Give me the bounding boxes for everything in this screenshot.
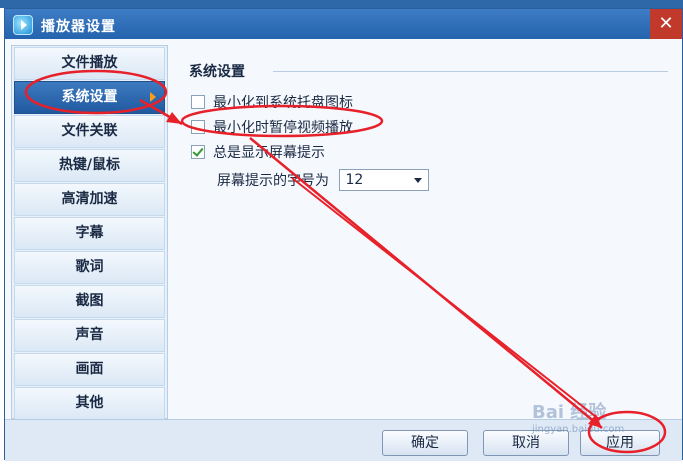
sidebar-item-system-settings[interactable]: 系统设置 bbox=[14, 81, 165, 114]
sidebar-item-hd-acceleration[interactable]: 高清加速 bbox=[14, 183, 165, 216]
option-label: 总是显示屏幕提示 bbox=[213, 145, 325, 161]
font-size-value: 12 bbox=[345, 172, 364, 188]
font-size-row: 屏幕提示的字号为 12 bbox=[217, 169, 430, 191]
background-app-titlebar bbox=[0, 0, 683, 8]
option-label: 最小化时暂停视频播放 bbox=[213, 120, 353, 136]
sidebar-item-label: 歌词 bbox=[75, 259, 104, 275]
font-size-label: 屏幕提示的字号为 bbox=[217, 173, 329, 189]
minimize-to-tray-checkbox[interactable] bbox=[191, 95, 205, 109]
settings-sidebar: 文件播放 系统设置 文件关联 热键/鼠标 高清加速 字幕 歌词 截图 声音 画面… bbox=[11, 45, 168, 420]
sidebar-item-file-association[interactable]: 文件关联 bbox=[14, 115, 165, 148]
sidebar-item-label: 文件关联 bbox=[61, 123, 118, 139]
sidebar-item-hotkey-mouse[interactable]: 热键/鼠标 bbox=[14, 149, 165, 182]
show-screen-tips-checkbox[interactable] bbox=[191, 145, 205, 159]
sidebar-item-subtitles[interactable]: 字幕 bbox=[14, 217, 165, 250]
dialog-titlebar: 播放器设置 ✕ bbox=[5, 9, 682, 39]
sidebar-item-label: 其他 bbox=[75, 395, 104, 411]
option-show-screen-tips[interactable]: 总是显示屏幕提示 bbox=[191, 143, 325, 163]
baidu-watermark: Bai 经验 jingyan.baidu.com bbox=[532, 398, 624, 435]
chevron-down-icon bbox=[414, 178, 423, 183]
dialog-title: 播放器设置 bbox=[41, 19, 116, 35]
player-logo-icon bbox=[13, 15, 33, 35]
sidebar-item-file-playback[interactable]: 文件播放 bbox=[14, 47, 165, 80]
sidebar-item-lyrics[interactable]: 歌词 bbox=[14, 251, 165, 284]
sidebar-item-label: 画面 bbox=[75, 361, 104, 377]
settings-dialog: 播放器设置 ✕ 文件播放 系统设置 文件关联 热键/鼠标 高清加速 字幕 歌词 … bbox=[4, 8, 683, 461]
sidebar-item-label: 文件播放 bbox=[61, 55, 118, 71]
sidebar-item-label: 声音 bbox=[75, 327, 104, 343]
watermark-text: Bai 经验 bbox=[532, 402, 607, 423]
close-button[interactable]: ✕ bbox=[650, 9, 682, 39]
section-title: 系统设置 bbox=[189, 64, 245, 80]
sidebar-item-label: 截图 bbox=[75, 293, 104, 309]
sidebar-item-label: 热键/鼠标 bbox=[58, 157, 121, 173]
sidebar-item-screenshot[interactable]: 截图 bbox=[14, 285, 165, 318]
sidebar-item-label: 高清加速 bbox=[61, 191, 118, 207]
sidebar-item-other[interactable]: 其他 bbox=[14, 387, 165, 420]
sidebar-item-label: 系统设置 bbox=[61, 89, 118, 105]
sidebar-item-label: 字幕 bbox=[75, 225, 104, 241]
ok-button[interactable]: 确定 bbox=[382, 430, 468, 456]
sidebar-item-video[interactable]: 画面 bbox=[14, 353, 165, 386]
sidebar-item-audio[interactable]: 声音 bbox=[14, 319, 165, 352]
watermark-url: jingyan.baidu.com bbox=[532, 424, 625, 435]
pause-on-minimize-checkbox[interactable] bbox=[191, 120, 205, 134]
option-minimize-to-tray[interactable]: 最小化到系统托盘图标 bbox=[191, 93, 353, 113]
option-label: 最小化到系统托盘图标 bbox=[213, 95, 353, 111]
chevron-right-icon bbox=[150, 92, 156, 102]
section-divider bbox=[273, 71, 668, 72]
option-pause-on-minimize[interactable]: 最小化时暂停视频播放 bbox=[191, 118, 353, 138]
settings-content: 系统设置 最小化到系统托盘图标 最小化时暂停视频播放 总是显示屏幕提示 屏幕提示… bbox=[173, 45, 678, 419]
font-size-select[interactable]: 12 bbox=[339, 169, 430, 191]
